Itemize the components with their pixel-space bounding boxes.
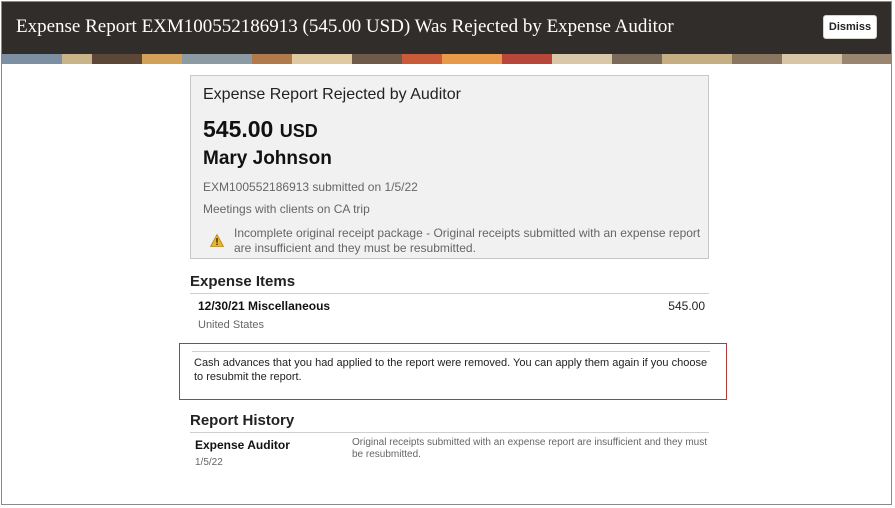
amount-currency: USD <box>279 121 318 141</box>
notice-divider <box>192 351 710 352</box>
report-history-divider <box>190 432 709 433</box>
page-title: Expense Report EXM100552186913 (545.00 U… <box>16 16 674 37</box>
history-comment: Original receipts submitted with an expe… <box>352 437 707 460</box>
history-actor: Expense Auditor <box>195 438 290 452</box>
expense-items-divider <box>190 293 709 294</box>
rejection-reason: Incomplete original receipt package - Or… <box>234 226 701 255</box>
report-amount: 545.00 USD <box>203 116 318 143</box>
dismiss-button[interactable]: Dismiss <box>823 15 877 39</box>
employee-name: Mary Johnson <box>203 148 332 169</box>
notice-text: Cash advances that you had applied to th… <box>194 357 708 383</box>
notification-page: Expense Report EXM100552186913 (545.00 U… <box>1 1 892 505</box>
history-date: 1/5/22 <box>195 457 223 468</box>
summary-heading: Expense Report Rejected by Auditor <box>203 86 461 103</box>
decorative-banner <box>2 54 891 64</box>
expense-item-country: United States <box>198 319 265 331</box>
warning-triangle-icon <box>210 234 224 247</box>
expense-items-heading: Expense Items <box>190 273 296 290</box>
expense-item-amount: 545.00 <box>668 299 705 313</box>
report-history-heading: Report History <box>190 412 295 429</box>
report-purpose: Meetings with clients on CA trip <box>203 202 370 216</box>
submission-info: EXM100552186913 submitted on 1/5/22 <box>203 180 418 194</box>
amount-value: 545.00 <box>203 116 274 142</box>
banner-pattern <box>2 54 891 64</box>
rejection-summary-card: Expense Report Rejected by Auditor 545.0… <box>190 75 709 259</box>
notification-header: Expense Report EXM100552186913 (545.00 U… <box>2 2 891 54</box>
cash-advance-notice: Cash advances that you had applied to th… <box>179 343 727 400</box>
expense-item-title: 12/30/21 Miscellaneous <box>198 299 331 313</box>
